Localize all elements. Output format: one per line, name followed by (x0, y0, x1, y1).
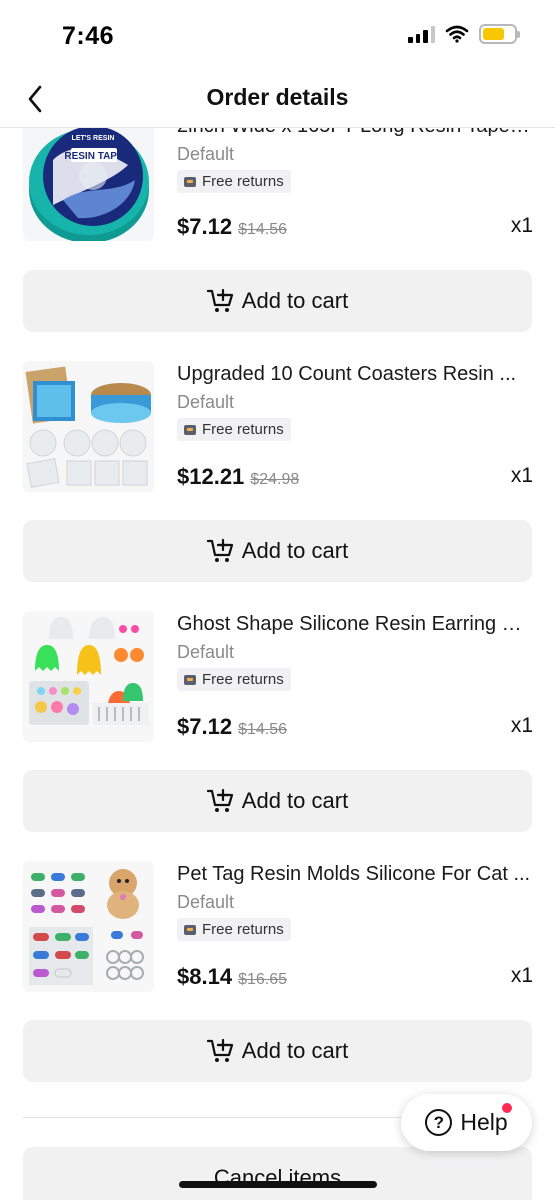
cellular-signal-icon (408, 25, 435, 43)
help-button[interactable]: ? Help (401, 1094, 532, 1151)
add-to-cart-button[interactable]: Add to cart (23, 520, 532, 582)
page-title: Order details (206, 84, 349, 110)
product-thumbnail[interactable] (23, 861, 154, 992)
status-bar: 7:46 (0, 0, 555, 70)
add-to-cart-button[interactable]: Add to cart (23, 770, 532, 832)
price: $8.14 $16.65 (177, 964, 287, 990)
status-time: 7:46 (62, 22, 115, 50)
cancel-items-button[interactable]: Cancel items (23, 1147, 532, 1200)
free-returns-badge: Free returns (177, 170, 291, 193)
current-price: $7.12 (177, 214, 233, 239)
thumb-label: RESIN TAPE (64, 151, 124, 162)
badge-label: Free returns (202, 173, 284, 190)
original-price: $14.56 (238, 221, 287, 238)
product-title[interactable]: Upgraded 10 Count Coasters Resin ... (177, 361, 533, 387)
current-price: $7.12 (177, 714, 233, 739)
product-title[interactable]: Ghost Shape Silicone Resin Earring M... (177, 611, 533, 637)
badge-label: Free returns (202, 921, 284, 938)
quantity: x1 (510, 714, 533, 737)
free-returns-badge: Free returns (177, 418, 291, 441)
original-price: $16.65 (238, 971, 287, 988)
price: $12.21 $24.98 (177, 464, 299, 490)
order-details-screen: RESIN TAPE LET'S RESIN 2inch Wide x 165F… (0, 0, 555, 1200)
product-variant: Default (177, 392, 235, 412)
wifi-icon (445, 25, 469, 43)
product-title[interactable]: Pet Tag Resin Molds Silicone For Cat ... (177, 861, 533, 887)
badge-label: Free returns (202, 421, 284, 438)
add-to-cart-label: Add to cart (241, 1038, 349, 1063)
help-label: Help (460, 1109, 508, 1135)
product-variant: Default (177, 892, 235, 912)
battery-icon (479, 24, 520, 44)
package-icon (184, 674, 196, 685)
app-header: Order details (0, 70, 555, 128)
add-to-cart-label: Add to cart (241, 288, 349, 313)
resin-tape-image: RESIN TAPE LET'S RESIN (29, 126, 149, 241)
current-price: $12.21 (177, 464, 245, 489)
product-thumbnail[interactable] (23, 611, 154, 742)
quantity: x1 (510, 464, 533, 487)
ghost-molds-image (29, 617, 149, 725)
product-thumbnail[interactable] (23, 361, 154, 492)
add-to-cart-button[interactable]: Add to cart (23, 270, 532, 332)
thumb-brand: LET'S RESIN (72, 135, 115, 142)
quantity: x1 (510, 214, 533, 237)
price: $7.12 $14.56 (177, 714, 287, 740)
product-thumbnail[interactable]: RESIN TAPE LET'S RESIN (23, 110, 154, 241)
status-icons (408, 24, 520, 44)
coasters-image (25, 366, 151, 488)
home-indicator[interactable] (179, 1181, 377, 1188)
package-icon (184, 176, 196, 187)
free-returns-badge: Free returns (177, 668, 291, 691)
price: $7.12 $14.56 (177, 214, 287, 240)
original-price: $24.98 (250, 471, 300, 488)
cart-plus-icon (206, 288, 233, 312)
pet-tag-molds-image (29, 869, 144, 985)
add-to-cart-button[interactable]: Add to cart (23, 1020, 532, 1082)
current-price: $8.14 (177, 964, 233, 989)
notification-dot (502, 1103, 512, 1113)
product-variant: Default (177, 144, 235, 164)
original-price: $14.56 (238, 721, 287, 738)
add-to-cart-label: Add to cart (241, 788, 349, 813)
quantity: x1 (510, 964, 533, 987)
package-icon (184, 924, 196, 935)
add-to-cart-label: Add to cart (241, 538, 349, 563)
badge-label: Free returns (202, 671, 284, 688)
package-icon (184, 424, 196, 435)
free-returns-badge: Free returns (177, 918, 291, 941)
product-variant: Default (177, 642, 235, 662)
question-icon: ? (425, 1109, 453, 1136)
cart-plus-icon (206, 1038, 233, 1062)
cart-plus-icon (206, 538, 233, 562)
cart-plus-icon (206, 788, 233, 812)
